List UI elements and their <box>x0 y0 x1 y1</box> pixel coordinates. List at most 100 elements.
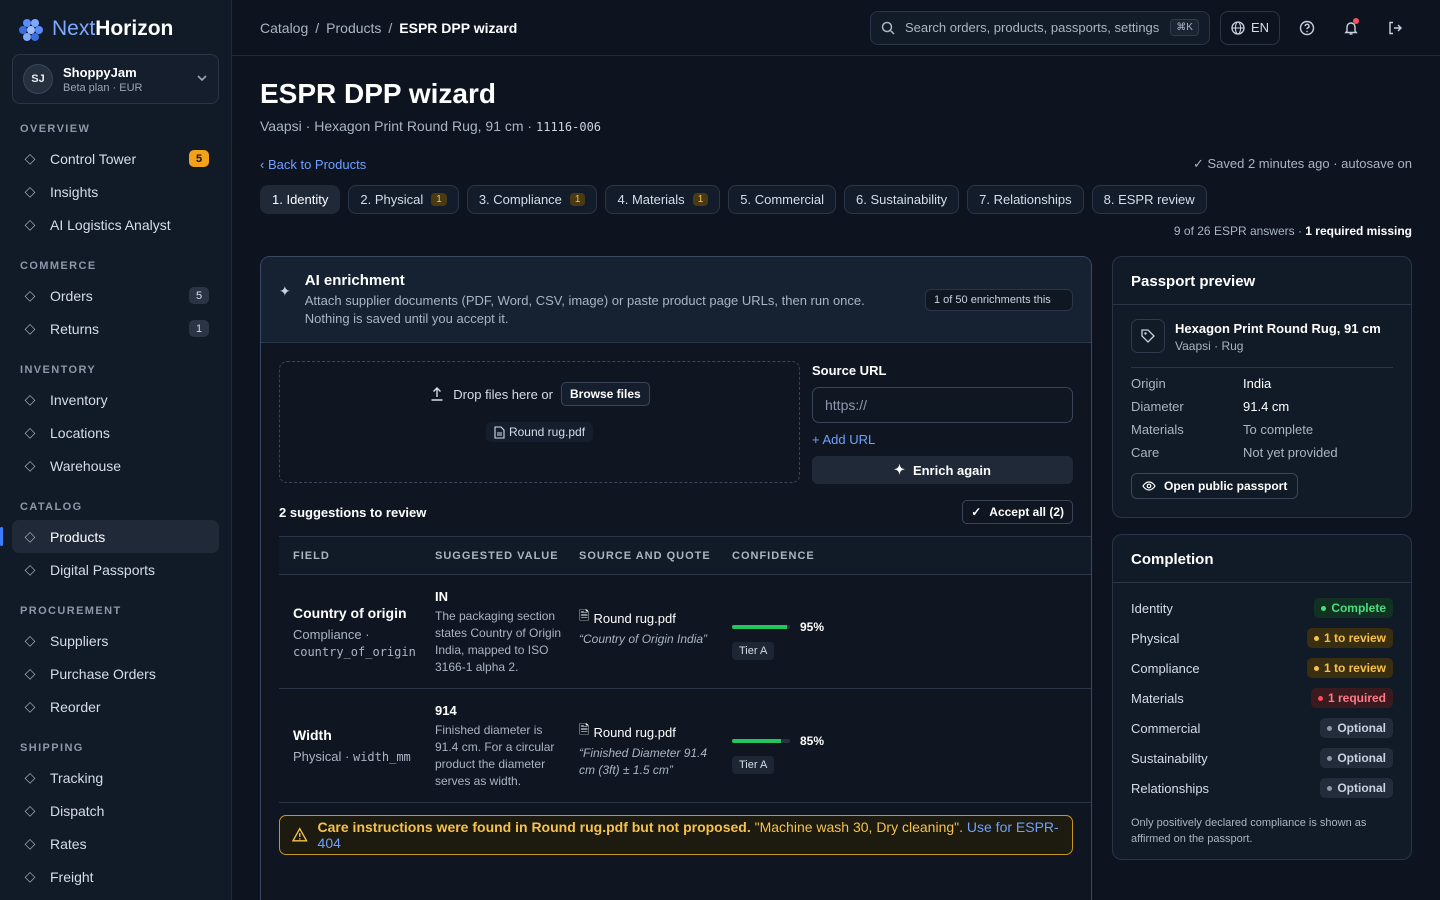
sidebar-item-ai-logistics-analyst[interactable]: ◇ AI Logistics Analyst <box>12 208 219 241</box>
route-icon: ◇ <box>24 769 36 785</box>
column-field: FIELD <box>293 549 330 562</box>
sparkle-icon: ◇ <box>24 216 36 232</box>
tab-2-physical[interactable]: 2. Physical 1 <box>348 185 459 214</box>
completion-row-physical[interactable]: Physical 1 to review <box>1131 623 1393 653</box>
freight-icon: ◇ <box>24 868 36 884</box>
box-icon: ◇ <box>24 287 36 303</box>
back-to-products-link[interactable]: ‹ Back to Products <box>260 157 366 172</box>
breadcrumb-current: ESPR DPP wizard <box>399 19 518 36</box>
tab-5-commercial[interactable]: 5. Commercial <box>728 185 837 214</box>
completion-row-commercial[interactable]: Commercial Optional <box>1131 713 1393 743</box>
enrichment-quota-badge: 1 of 50 enrichments this month <box>925 289 1073 311</box>
sidebar-item-warehouse[interactable]: ◇ Warehouse <box>12 449 219 482</box>
workspace-switcher[interactable]: SJ ShoppyJam Beta plan · EUR <box>12 54 219 104</box>
add-url-link[interactable]: + Add URL <box>812 432 1073 447</box>
sidebar-item-control-tower[interactable]: ◇ Control Tower 5 <box>12 142 219 175</box>
completion-row-compliance[interactable]: Compliance 1 to review <box>1131 653 1393 683</box>
field-name: Width <box>293 727 332 743</box>
confidence-bar <box>732 625 790 629</box>
global-search[interactable]: Search orders, products, passports, sett… <box>869 10 1210 45</box>
breadcrumb-catalog[interactable]: Catalog <box>260 20 308 36</box>
sidebar-item-tracking[interactable]: ◇ Tracking <box>12 761 219 794</box>
completion-row-relationships[interactable]: Relationships Optional <box>1131 773 1393 803</box>
status-dot <box>1327 785 1333 791</box>
sidebar-item-returns[interactable]: ◇ Returns 1 <box>12 312 219 345</box>
sidebar-item-insights[interactable]: ◇ Insights <box>12 175 219 208</box>
eye-icon <box>1142 481 1156 491</box>
sidebar-item-locations[interactable]: ◇ Locations <box>12 416 219 449</box>
source-url-label: Source URL <box>812 363 887 378</box>
sidebar-item-label: Digital Passports <box>50 561 156 578</box>
source-url-input[interactable] <box>812 387 1073 423</box>
preview-field-value: India <box>1243 376 1272 391</box>
suggested-value: 914 <box>435 703 457 718</box>
sidebar-item-label: Returns <box>50 320 100 337</box>
browse-files-button[interactable]: Browse files <box>561 382 650 406</box>
check-icon: ✓ <box>971 505 982 519</box>
suggestions-table: FIELD SUGGESTED VALUE SOURCE AND QUOTE C… <box>279 536 1091 803</box>
accept-all-button[interactable]: ✓ Accept all (2) <box>962 500 1073 524</box>
status-badge: Complete <box>1314 598 1393 618</box>
table-row[interactable]: Country of origin Compliance · country_o… <box>279 575 1091 689</box>
completion-row-identity[interactable]: Identity Complete <box>1131 593 1393 623</box>
sidebar-item-inventory[interactable]: ◇ Inventory <box>12 383 219 416</box>
sidebar-item-label: Warehouse <box>50 457 122 474</box>
completion-section-label: Commercial <box>1131 720 1201 736</box>
tab-6-sustainability[interactable]: 6. Sustainability <box>844 185 960 214</box>
sidebar-item-digital-passports[interactable]: ◇ Digital Passports <box>12 553 219 586</box>
sidebar-item-purchase-orders[interactable]: ◇ Purchase Orders <box>12 657 219 690</box>
pin-icon: ◇ <box>24 424 36 440</box>
tab-issue-badge: 1 <box>692 193 709 206</box>
completion-card: Completion Identity Complete Physical 1 to … <box>1112 534 1412 860</box>
sidebar-item-products[interactable]: ◇ Products <box>0 520 219 553</box>
file-dropzone[interactable]: Drop files here or Browse files Round ru… <box>279 361 800 483</box>
source-quote: “Finished Diameter 91.4 cm (3ft) ± 1.5 c… <box>579 746 708 777</box>
breadcrumb-products[interactable]: Products <box>326 20 381 36</box>
source-file-link[interactable]: 🗎 Round rug.pdf <box>579 607 732 629</box>
tab-1-identity[interactable]: 1. Identity <box>260 185 341 214</box>
count-badge: 5 <box>189 287 209 304</box>
file-icon <box>494 425 505 439</box>
completion-section-label: Physical <box>1131 630 1180 646</box>
logout-button[interactable] <box>1378 11 1412 45</box>
sidebar-item-freight[interactable]: ◇ Freight <box>12 860 219 893</box>
brand-name: NextHorizon <box>52 17 174 40</box>
column-suggested-value: SUGGESTED VALUE <box>435 549 559 562</box>
sidebar-item-dispatch[interactable]: ◇ Dispatch <box>12 794 219 827</box>
sidebar-item-reorder[interactable]: ◇ Reorder <box>12 690 219 723</box>
completion-row-sustainability[interactable]: Sustainability Optional <box>1131 743 1393 773</box>
attached-file-chip[interactable]: Round rug.pdf <box>485 422 594 442</box>
source-file-link[interactable]: 🗎 Round rug.pdf <box>579 721 732 743</box>
help-button[interactable] <box>1290 11 1324 45</box>
notifications-button[interactable] <box>1334 11 1368 45</box>
tab-8-espr-review[interactable]: 8. ESPR review <box>1091 185 1207 214</box>
tab-7-relationships[interactable]: 7. Relationships <box>967 185 1084 214</box>
enrich-again-button[interactable]: ✦ Enrich again <box>812 456 1073 484</box>
tab-3-compliance[interactable]: 3. Compliance 1 <box>466 185 598 214</box>
preview-field-value: 91.4 cm <box>1243 399 1290 414</box>
status-badge: Optional <box>1320 778 1393 798</box>
ai-enrichment-header: ✦ AI enrichment Attach supplier document… <box>261 257 1091 343</box>
notification-dot <box>1353 17 1359 24</box>
preview-field-value: To complete <box>1243 422 1314 437</box>
open-public-passport-button[interactable]: Open public passport <box>1131 473 1299 499</box>
brand-logo[interactable]: NextHorizon <box>12 14 219 52</box>
sidebar-item-suppliers[interactable]: ◇ Suppliers <box>12 624 219 657</box>
sidebar-item-label: Tracking <box>50 769 104 786</box>
tab-4-materials[interactable]: 4. Materials 1 <box>605 185 721 214</box>
preview-field-label: Care <box>1131 445 1160 460</box>
section-label-inventory: INVENTORY <box>20 364 97 376</box>
language-switcher[interactable]: EN <box>1219 10 1280 45</box>
sidebar-item-label: Orders <box>50 287 93 304</box>
sidebar-item-rates[interactable]: ◇ Rates <box>12 827 219 860</box>
sidebar: NextHorizon SJ ShoppyJam Beta plan · EUR… <box>0 0 232 900</box>
status-dot <box>1321 605 1327 611</box>
tier-badge: Tier A <box>732 642 775 660</box>
suggestion-explanation: Finished diameter is 91.4 cm. For a circ… <box>435 723 555 788</box>
completion-section-label: Materials <box>1131 690 1184 706</box>
completion-row-materials[interactable]: Materials 1 required <box>1131 683 1393 713</box>
ai-enrichment-title: AI enrichment <box>304 272 405 289</box>
sidebar-item-orders[interactable]: ◇ Orders 5 <box>12 279 219 312</box>
table-row[interactable]: Width Physical · width_mm 914 Finished d… <box>279 689 1091 803</box>
confidence-bar-fill <box>732 739 782 743</box>
